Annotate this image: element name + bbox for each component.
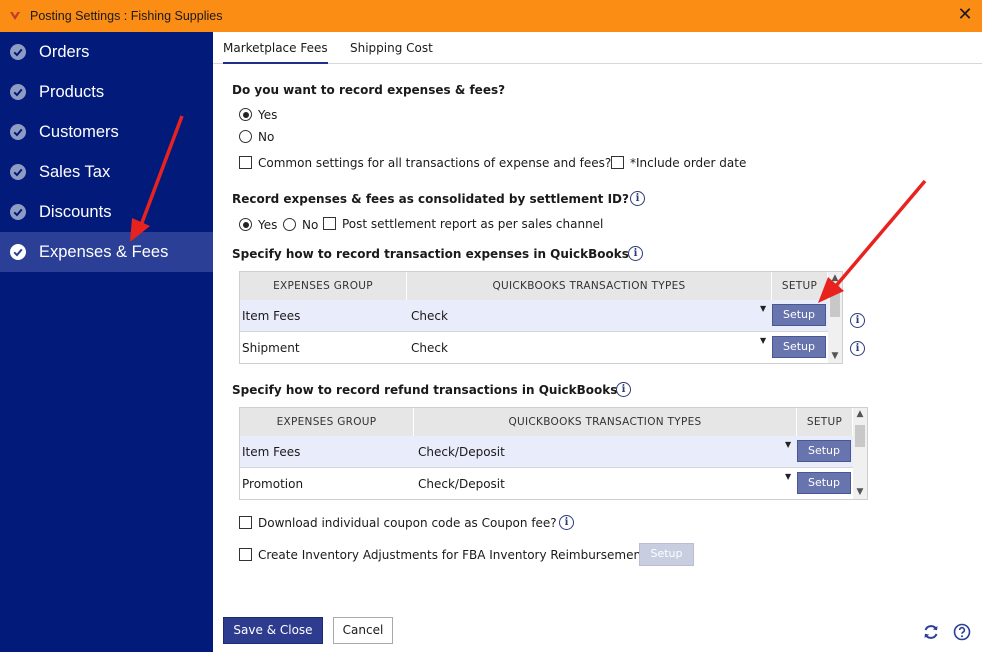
coupon-fee-checkbox[interactable] xyxy=(239,516,252,529)
sidebar-item-customers[interactable]: Customers xyxy=(0,112,213,152)
sidebar-item-label: Discounts xyxy=(39,202,112,221)
info-icon[interactable]: i xyxy=(559,515,574,530)
coupon-fee-label: Download individual coupon code as Coupo… xyxy=(258,516,557,530)
sidebar-item-label: Customers xyxy=(39,122,119,141)
consolidated-question: Record expenses & fees as consolidated b… xyxy=(232,192,629,206)
expenses-table: EXPENSES GROUP QUICKBOOKS TRANSACTION TY… xyxy=(239,271,843,364)
tab-marketplace-fees[interactable]: Marketplace Fees xyxy=(223,32,328,64)
record-expenses-no-radio[interactable] xyxy=(239,130,252,143)
sidebar-item-label: Orders xyxy=(39,42,90,61)
table-row[interactable]: Item Fees Check ▼ Setup xyxy=(240,300,828,332)
post-settlement-checkbox[interactable] xyxy=(323,217,336,230)
scroll-thumb[interactable] xyxy=(855,425,865,447)
expenses-table-heading: Specify how to record transaction expens… xyxy=(232,247,629,261)
scroll-down-icon[interactable]: ▼ xyxy=(828,350,842,362)
check-circle-icon xyxy=(10,44,26,60)
consolidated-no-radio[interactable] xyxy=(283,218,296,231)
expense-group-cell: Shipment xyxy=(242,341,300,355)
expenses-table-scrollbar[interactable]: ▲ ▼ xyxy=(828,272,842,363)
table-header: EXPENSES GROUP QUICKBOOKS TRANSACTION TY… xyxy=(240,408,853,436)
check-circle-icon xyxy=(10,204,26,220)
window-title: Posting Settings : Fishing Supplies xyxy=(30,9,223,23)
expense-group-cell: Promotion xyxy=(242,477,304,491)
scroll-up-icon[interactable]: ▲ xyxy=(853,408,867,420)
tab-shipping-cost[interactable]: Shipping Cost xyxy=(350,32,433,64)
scroll-down-icon[interactable]: ▼ xyxy=(853,486,867,498)
sidebar-item-products[interactable]: Products xyxy=(0,72,213,112)
transaction-type-select[interactable]: Check xyxy=(411,332,448,363)
table-row[interactable]: Promotion Check/Deposit ▼ Setup xyxy=(240,468,853,499)
cancel-button[interactable]: Cancel xyxy=(333,617,393,644)
column-header: EXPENSES GROUP xyxy=(240,408,414,436)
column-header: SETUP xyxy=(797,408,853,436)
refund-table-scrollbar[interactable]: ▲ ▼ xyxy=(853,408,867,499)
tab-bar: Marketplace Fees Shipping Cost xyxy=(213,32,982,64)
info-icon[interactable]: i xyxy=(850,341,865,356)
sidebar-item-sales-tax[interactable]: Sales Tax xyxy=(0,152,213,192)
footer: Save & Close Cancel xyxy=(213,608,982,652)
expense-group-cell: Item Fees xyxy=(242,309,301,323)
check-circle-icon xyxy=(10,164,26,180)
refresh-icon[interactable] xyxy=(922,623,940,641)
fba-adjustments-checkbox[interactable] xyxy=(239,548,252,561)
info-icon[interactable]: i xyxy=(630,191,645,206)
transaction-type-select[interactable]: Check/Deposit xyxy=(418,436,505,468)
setup-button[interactable]: Setup xyxy=(797,472,851,494)
transaction-type-select[interactable]: Check xyxy=(411,300,448,332)
scroll-up-icon[interactable]: ▲ xyxy=(828,272,842,284)
app-logo-icon xyxy=(10,12,20,20)
dropdown-arrow-icon[interactable]: ▼ xyxy=(760,336,766,345)
dropdown-arrow-icon[interactable]: ▼ xyxy=(785,472,791,481)
table-row[interactable]: Shipment Check ▼ Setup xyxy=(240,332,828,363)
column-header: EXPENSES GROUP xyxy=(240,272,407,300)
record-expenses-no-label: No xyxy=(258,130,275,144)
transaction-type-select[interactable]: Check/Deposit xyxy=(418,468,505,499)
fba-adjustments-label: Create Inventory Adjustments for FBA Inv… xyxy=(258,548,646,562)
post-settlement-label: Post settlement report as per sales chan… xyxy=(342,217,604,231)
include-order-date-label: *Include order date xyxy=(630,156,747,170)
settings-panel: Do you want to record expenses & fees? Y… xyxy=(213,64,982,608)
table-header: EXPENSES GROUP QUICKBOOKS TRANSACTION TY… xyxy=(240,272,828,300)
close-icon[interactable]: ✕ xyxy=(954,4,976,26)
scroll-thumb[interactable] xyxy=(830,285,840,317)
setup-button[interactable]: Setup xyxy=(797,440,851,462)
fba-setup-button[interactable]: Setup xyxy=(639,543,694,566)
consolidated-yes-label: Yes xyxy=(258,218,278,232)
check-circle-icon xyxy=(10,84,26,100)
include-order-date-checkbox[interactable] xyxy=(611,156,624,169)
refund-table: EXPENSES GROUP QUICKBOOKS TRANSACTION TY… xyxy=(239,407,868,500)
check-circle-icon xyxy=(10,244,26,260)
title-bar: Posting Settings : Fishing Supplies ✕ xyxy=(0,0,982,32)
info-icon[interactable]: i xyxy=(628,246,643,261)
record-expenses-question: Do you want to record expenses & fees? xyxy=(232,83,506,97)
dropdown-arrow-icon[interactable]: ▼ xyxy=(785,440,791,449)
record-expenses-yes-label: Yes xyxy=(258,108,278,122)
save-close-button[interactable]: Save & Close xyxy=(223,617,323,644)
help-icon[interactable] xyxy=(953,623,971,641)
column-header: QUICKBOOKS TRANSACTION TYPES xyxy=(414,408,797,436)
sidebar-item-orders[interactable]: Orders xyxy=(0,32,213,72)
table-row[interactable]: Item Fees Check/Deposit ▼ Setup xyxy=(240,436,853,468)
consolidated-yes-radio[interactable] xyxy=(239,218,252,231)
common-settings-checkbox[interactable] xyxy=(239,156,252,169)
sidebar-item-label: Expenses & Fees xyxy=(39,242,169,261)
check-circle-icon xyxy=(10,124,26,140)
sidebar-item-label: Sales Tax xyxy=(39,162,111,181)
sidebar-item-discounts[interactable]: Discounts xyxy=(0,192,213,232)
info-icon[interactable]: i xyxy=(850,313,865,328)
consolidated-no-label: No xyxy=(302,218,319,232)
record-expenses-yes-radio[interactable] xyxy=(239,108,252,121)
expense-group-cell: Item Fees xyxy=(242,445,301,459)
sidebar-item-label: Products xyxy=(39,82,105,101)
setup-button[interactable]: Setup xyxy=(772,304,826,326)
info-icon[interactable]: i xyxy=(616,382,631,397)
sidebar: Orders Products Customers Sales Tax Disc… xyxy=(0,32,213,652)
sidebar-item-expenses-fees[interactable]: Expenses & Fees xyxy=(0,232,213,272)
dropdown-arrow-icon[interactable]: ▼ xyxy=(760,304,766,313)
column-header: SETUP xyxy=(772,272,828,300)
common-settings-label: Common settings for all transactions of … xyxy=(258,156,612,170)
column-header: QUICKBOOKS TRANSACTION TYPES xyxy=(407,272,772,300)
setup-button[interactable]: Setup xyxy=(772,336,826,358)
refund-table-heading: Specify how to record refund transaction… xyxy=(232,383,618,397)
